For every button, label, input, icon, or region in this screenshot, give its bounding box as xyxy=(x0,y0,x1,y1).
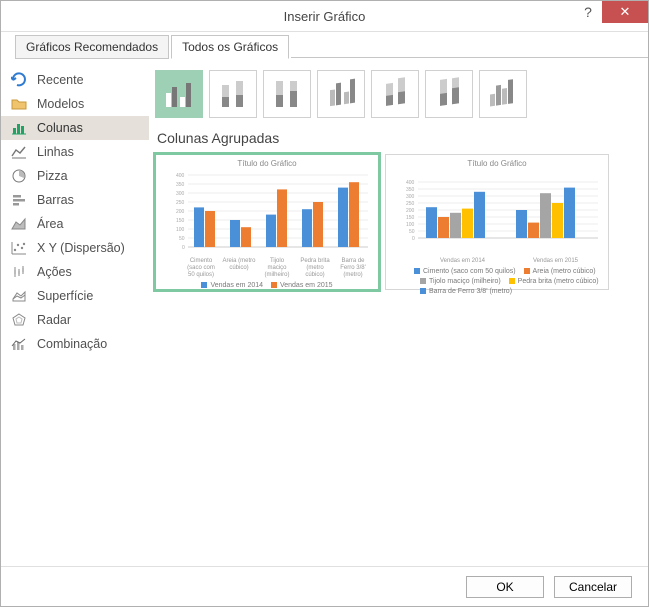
svg-text:400: 400 xyxy=(176,173,185,179)
sidebar-item-label: Radar xyxy=(37,313,71,327)
preview-x-labels: Cimento (saco com 50 quilos) Areia (metr… xyxy=(162,258,372,279)
sidebar-item-area[interactable]: Área xyxy=(1,212,149,236)
sidebar-item-bars[interactable]: Barras xyxy=(1,188,149,212)
chart-subtype-row xyxy=(155,70,634,118)
svg-text:200: 200 xyxy=(176,209,185,215)
tab-strip: Gráficos Recomendados Todos os Gráficos xyxy=(1,32,648,58)
help-button[interactable]: ? xyxy=(574,1,602,23)
radar-chart-icon xyxy=(11,312,27,328)
svg-text:350: 350 xyxy=(176,182,185,188)
insert-chart-dialog: Inserir Gráfico ? ✕ Gráficos Recomendado… xyxy=(0,0,649,607)
svg-text:0: 0 xyxy=(182,245,185,251)
sidebar-item-label: Ações xyxy=(37,265,72,279)
sidebar-item-lines[interactable]: Linhas xyxy=(1,140,149,164)
svg-text:300: 300 xyxy=(406,194,415,200)
subtype-title: Colunas Agrupadas xyxy=(157,130,634,146)
stock-chart-icon xyxy=(11,264,27,280)
svg-text:250: 250 xyxy=(176,200,185,206)
bar-chart-icon xyxy=(11,192,27,208)
svg-text:100: 100 xyxy=(406,222,415,228)
dialog-footer: OK Cancelar xyxy=(1,566,648,606)
subtype-3d-100-stacked-column[interactable] xyxy=(425,70,473,118)
sidebar-item-label: Superfície xyxy=(37,289,93,303)
sidebar-item-label: Linhas xyxy=(37,145,74,159)
sidebar-item-label: Modelos xyxy=(37,97,84,111)
svg-text:0: 0 xyxy=(412,236,415,242)
svg-text:250: 250 xyxy=(406,201,415,207)
subtype-3d-stacked-column[interactable] xyxy=(371,70,419,118)
sidebar-item-radar[interactable]: Radar xyxy=(1,308,149,332)
svg-text:150: 150 xyxy=(406,215,415,221)
pie-chart-icon xyxy=(11,168,27,184)
line-chart-icon xyxy=(11,144,27,160)
sidebar-item-scatter[interactable]: X Y (Dispersão) xyxy=(1,236,149,260)
preview-plot-1: 400 350 300 250 200 150 100 50 0 xyxy=(162,169,372,255)
subtype-3d-column[interactable] xyxy=(479,70,527,118)
folder-icon xyxy=(11,96,27,112)
svg-text:400: 400 xyxy=(406,180,415,186)
svg-text:300: 300 xyxy=(176,191,185,197)
svg-text:50: 50 xyxy=(409,229,415,235)
svg-text:200: 200 xyxy=(406,208,415,214)
scatter-chart-icon xyxy=(11,240,27,256)
cancel-button[interactable]: Cancelar xyxy=(554,576,632,598)
sidebar-item-label: Recente xyxy=(37,73,84,87)
preview-x-labels-b: Vendas em 2014 Vendas em 2015 xyxy=(392,258,602,265)
sidebar-item-label: Pizza xyxy=(37,169,68,183)
sidebar-item-recent[interactable]: Recente xyxy=(1,68,149,92)
svg-text:100: 100 xyxy=(176,227,185,233)
recent-icon xyxy=(11,72,27,88)
subtype-clustered-column[interactable] xyxy=(155,70,203,118)
chart-preview-row: Título do Gráfico 4003503002502001501005… xyxy=(155,154,634,290)
sidebar-item-templates[interactable]: Modelos xyxy=(1,92,149,116)
surface-chart-icon xyxy=(11,288,27,304)
sidebar-item-surface[interactable]: Superfície xyxy=(1,284,149,308)
sidebar-item-label: Combinação xyxy=(37,337,107,351)
svg-text:150: 150 xyxy=(176,218,185,224)
sidebar-item-label: X Y (Dispersão) xyxy=(37,241,125,255)
sidebar-item-combo[interactable]: Combinação xyxy=(1,332,149,356)
sidebar-item-label: Colunas xyxy=(37,121,83,135)
title-bar: Inserir Gráfico ? ✕ xyxy=(1,1,648,32)
sidebar-item-stock[interactable]: Ações xyxy=(1,260,149,284)
ok-button[interactable]: OK xyxy=(466,576,544,598)
chart-category-sidebar: Recente Modelos Colunas Linhas Pizza Bar… xyxy=(1,58,149,566)
column-chart-icon xyxy=(11,120,27,136)
preview-legend-2: Cimento (saco com 50 quilos) Areia (metr… xyxy=(392,267,602,297)
subtype-stacked-column[interactable] xyxy=(209,70,257,118)
preview-plot-2: 400350300250200150100500 xyxy=(392,169,602,255)
svg-text:350: 350 xyxy=(406,187,415,193)
sidebar-item-columns[interactable]: Colunas xyxy=(1,116,149,140)
subtype-3d-clustered-column[interactable] xyxy=(317,70,365,118)
chart-preview-2[interactable]: Título do Gráfico 4003503002502001501005… xyxy=(385,154,609,290)
sidebar-item-label: Área xyxy=(37,217,63,231)
preview-title: Título do Gráfico xyxy=(162,159,372,169)
subtype-100-stacked-column[interactable] xyxy=(263,70,311,118)
preview-legend-1: Vendas em 2014 Vendas em 2015 xyxy=(162,281,372,291)
chart-preview-1[interactable]: Título do Gráfico 400 350 300 250 200 150 100 5… xyxy=(155,154,379,290)
tab-all-charts[interactable]: Todos os Gráficos xyxy=(171,35,289,59)
svg-text:50: 50 xyxy=(179,236,185,242)
combo-chart-icon xyxy=(11,336,27,352)
tab-recommended-charts[interactable]: Gráficos Recomendados xyxy=(15,35,169,59)
dialog-title: Inserir Gráfico xyxy=(1,9,648,24)
preview-title: Título do Gráfico xyxy=(392,159,602,169)
sidebar-item-label: Barras xyxy=(37,193,74,207)
sidebar-item-pie[interactable]: Pizza xyxy=(1,164,149,188)
area-chart-icon xyxy=(11,216,27,232)
close-button[interactable]: ✕ xyxy=(602,1,648,23)
